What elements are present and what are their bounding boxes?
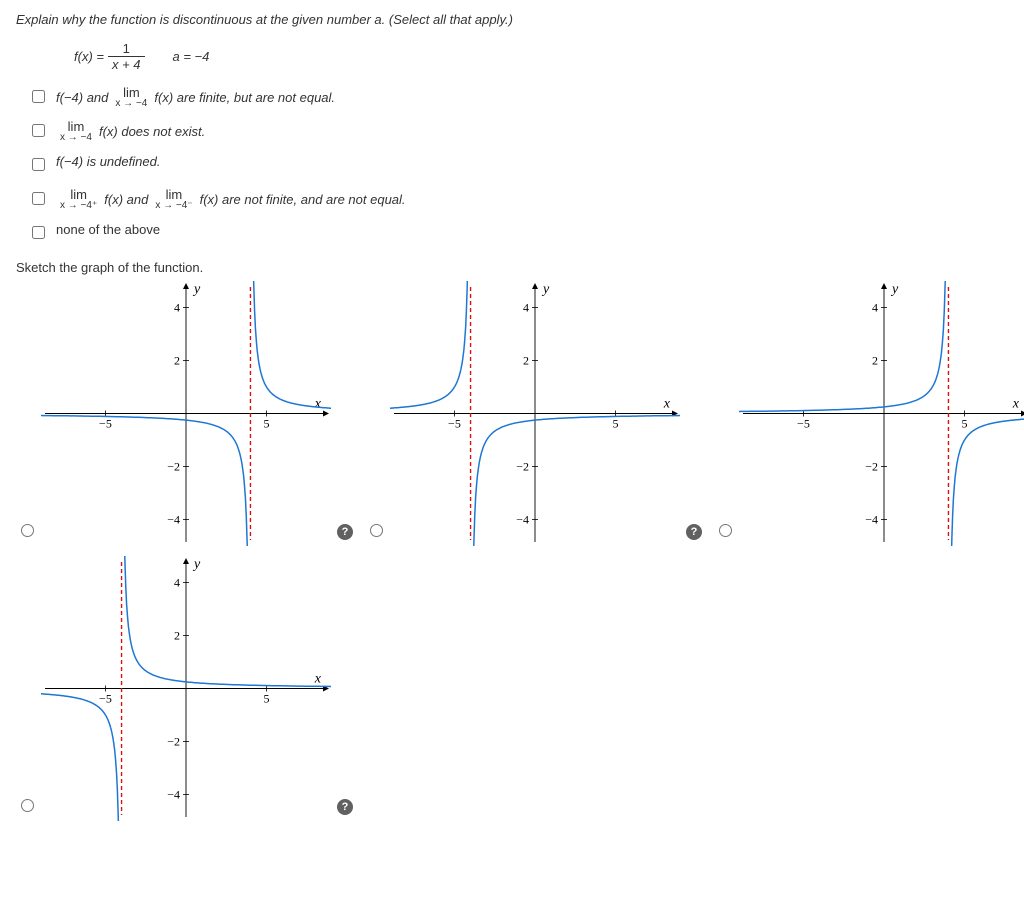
opt4-text-b: f(x) are not finite, and are not equal.: [200, 192, 406, 207]
svg-text:2: 2: [174, 629, 180, 643]
svg-text:−4: −4: [516, 513, 529, 527]
svg-text:y: y: [890, 282, 899, 297]
opt3-text: f(−4) is undefined.: [56, 154, 160, 169]
lim-sub-minus: x → −4⁻: [155, 201, 192, 211]
svg-text:4: 4: [872, 301, 878, 315]
question-text: Explain why the function is discontinuou…: [16, 12, 1008, 27]
svg-text:−2: −2: [516, 460, 529, 474]
graph-1-plot: x y −5 5 −4 −2 2 4: [41, 281, 331, 546]
graph-2-radio[interactable]: [370, 524, 383, 537]
fx-lhs: f(x) =: [74, 49, 104, 64]
svg-text:4: 4: [174, 301, 180, 315]
limit-block: lim x → −4: [60, 120, 92, 143]
svg-text:5: 5: [264, 417, 270, 431]
svg-text:x: x: [314, 672, 322, 687]
option-3-checkbox[interactable]: [32, 158, 45, 171]
sketch-instruction: Sketch the graph of the function.: [16, 260, 1008, 275]
svg-text:y: y: [192, 282, 201, 297]
svg-text:y: y: [192, 557, 201, 572]
svg-text:5: 5: [264, 692, 270, 706]
svg-text:4: 4: [174, 576, 180, 590]
option-4: lim x → −4⁺ f(x) and lim x → −4⁻ f(x) ar…: [28, 188, 1008, 214]
option-5-checkbox[interactable]: [32, 226, 45, 239]
svg-text:4: 4: [523, 301, 529, 315]
svg-text:−4: −4: [865, 513, 878, 527]
info-icon[interactable]: ?: [337, 524, 353, 540]
svg-text:−5: −5: [448, 417, 461, 431]
limit-block-plus: lim x → −4⁺: [60, 188, 97, 211]
graph-choice-4: x y −5 5 −4 −2 2 4 ?: [16, 556, 353, 821]
graph-choice-2: x y −5 5 −4 −2 2 4 ?: [365, 281, 702, 546]
option-1-checkbox[interactable]: [32, 90, 45, 103]
opt5-text: none of the above: [56, 222, 160, 237]
svg-text:2: 2: [872, 354, 878, 368]
svg-text:x: x: [1012, 397, 1020, 412]
opt1-text-a: f(−4) and: [56, 90, 108, 105]
svg-text:2: 2: [174, 354, 180, 368]
option-4-checkbox[interactable]: [32, 192, 45, 205]
svg-text:−2: −2: [167, 735, 180, 749]
graph-4-radio[interactable]: [21, 799, 34, 812]
lim-sub: x → −4: [115, 99, 147, 109]
svg-text:−4: −4: [167, 788, 180, 802]
option-1: f(−4) and lim x → −4 f(x) are finite, bu…: [28, 86, 1008, 112]
option-3: f(−4) is undefined.: [28, 154, 1008, 180]
svg-text:x: x: [663, 397, 671, 412]
graph-row-2: x y −5 5 −4 −2 2 4 ?: [16, 556, 1008, 821]
info-icon[interactable]: ?: [686, 524, 702, 540]
svg-text:−4: −4: [167, 513, 180, 527]
fraction: 1 x + 4: [108, 41, 145, 72]
graph-1-radio[interactable]: [21, 524, 34, 537]
svg-text:y: y: [541, 282, 550, 297]
checkbox-options: f(−4) and lim x → −4 f(x) are finite, bu…: [28, 86, 1008, 248]
graph-2-plot: x y −5 5 −4 −2 2 4: [390, 281, 680, 546]
fraction-num: 1: [119, 41, 134, 56]
option-5: none of the above: [28, 222, 1008, 248]
lim-sub-plus: x → −4⁺: [60, 201, 97, 211]
svg-text:−2: −2: [167, 460, 180, 474]
info-icon[interactable]: ?: [337, 799, 353, 815]
opt1-text-b: f(x) are finite, but are not equal.: [154, 90, 335, 105]
graph-3-radio[interactable]: [719, 524, 732, 537]
svg-text:−5: −5: [99, 417, 112, 431]
graph-choice-3: xy−55−4−224 ?: [714, 281, 1024, 546]
limit-block: lim x → −4: [115, 86, 147, 109]
limit-block-minus: lim x → −4⁻: [155, 188, 192, 211]
opt4-text-a: f(x) and: [104, 192, 148, 207]
graph-4-plot: x y −5 5 −4 −2 2 4: [41, 556, 331, 821]
svg-text:x: x: [314, 397, 322, 412]
a-value: a = −4: [173, 49, 210, 64]
svg-text:5: 5: [613, 417, 619, 431]
option-2: lim x → −4 f(x) does not exist.: [28, 120, 1008, 146]
svg-text:−2: −2: [865, 460, 878, 474]
option-2-checkbox[interactable]: [32, 124, 45, 137]
fraction-den: x + 4: [108, 56, 145, 72]
svg-text:−5: −5: [797, 417, 810, 431]
graph-choice-1: x y −5 5 −4 −2 2 4 ?: [16, 281, 353, 546]
graph-row-1: x y −5 5 −4 −2 2 4 ? x y −5 5 −4 −2 2 4 ? x y −5 5 −4 −2 2 4 …: [16, 281, 1008, 546]
function-definition: f(x) = 1 x + 4 a = −4: [74, 41, 1008, 72]
opt2-text: f(x) does not exist.: [99, 124, 205, 139]
svg-text:−5: −5: [99, 692, 112, 706]
svg-text:2: 2: [523, 354, 529, 368]
lim-sub: x → −4: [60, 133, 92, 143]
svg-text:5: 5: [962, 417, 968, 431]
graph-3-plot: x y −5 5 −4 −2 2 4: [739, 281, 1024, 546]
